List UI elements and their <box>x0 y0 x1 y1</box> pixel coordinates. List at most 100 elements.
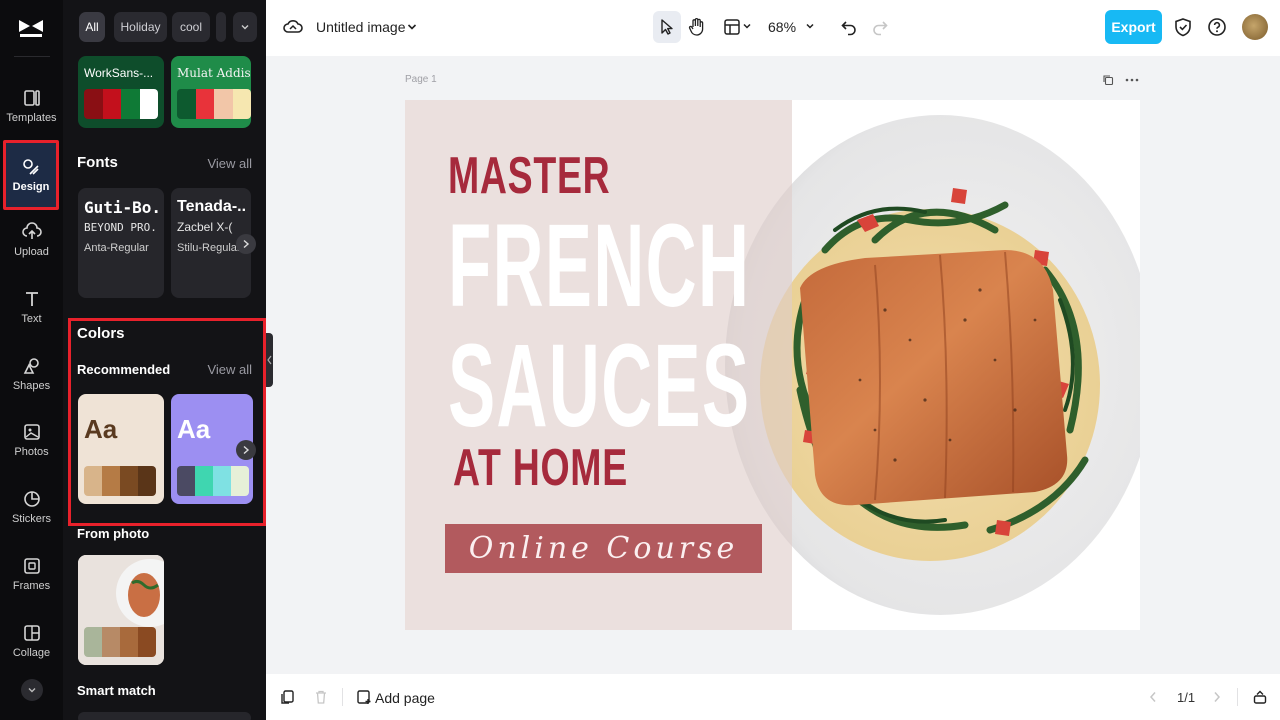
layout-menu-button[interactable] <box>721 14 743 40</box>
theme-font-name: WorkSans-... <box>84 66 154 80</box>
export-button[interactable]: Export <box>1105 10 1162 44</box>
design-canvas[interactable]: MASTER FRENCH SAUCES AT HOME Online Cour… <box>405 100 1140 630</box>
cloud-sync-icon[interactable] <box>282 16 304 38</box>
chip-cool[interactable]: cool <box>172 12 210 42</box>
chip-holiday[interactable]: Holiday <box>114 12 167 42</box>
help-button[interactable] <box>1206 15 1228 39</box>
rail-item-collage[interactable]: Collage <box>3 609 60 673</box>
rail-label: Photos <box>14 446 49 458</box>
user-avatar[interactable] <box>1242 14 1268 40</box>
chevron-down-icon[interactable] <box>804 20 816 32</box>
upload-icon <box>21 222 42 239</box>
prev-page-button[interactable] <box>1146 689 1160 705</box>
redo-icon <box>873 21 888 36</box>
ribbon-text: Online Course <box>468 531 739 566</box>
help-icon <box>1208 18 1226 36</box>
rail-item-text[interactable]: Text <box>3 275 60 339</box>
chevron-right-icon <box>1214 692 1221 702</box>
add-page-button[interactable]: Add page <box>375 690 435 706</box>
course-ribbon[interactable]: Online Course <box>445 524 762 573</box>
rail-item-photos[interactable]: Photos <box>3 408 60 472</box>
rail-item-design[interactable]: Design <box>3 140 59 210</box>
bottom-toolbar: Add page 1/1 <box>266 674 1280 720</box>
toolbar-divider <box>1237 688 1238 706</box>
colors-highlight-box <box>68 318 266 526</box>
page-more-button[interactable] <box>1124 73 1140 87</box>
stickers-icon <box>23 491 40 507</box>
chip-all[interactable]: All <box>79 12 105 42</box>
copy-page-button[interactable] <box>278 688 296 706</box>
headline-sauces[interactable]: SAUCES <box>448 318 750 454</box>
rail-label: Text <box>21 313 42 325</box>
collage-icon <box>23 625 40 641</box>
fonts-section-title: Fonts <box>77 154 118 171</box>
next-page-button[interactable] <box>1210 689 1224 705</box>
chip-partial[interactable] <box>216 12 226 42</box>
font-card-body: Anta-Regular <box>84 242 149 254</box>
shield-icon <box>1175 18 1191 37</box>
cursor-icon <box>661 19 673 35</box>
theme-swatches <box>177 89 251 119</box>
rail-label: Upload <box>14 246 49 258</box>
fonts-view-all-link[interactable]: View all <box>207 156 252 171</box>
rail-item-frames[interactable]: Frames <box>3 542 60 606</box>
redo-button[interactable] <box>869 15 891 39</box>
layout-icon <box>724 19 740 35</box>
theme-swatches <box>84 89 158 119</box>
frames-icon <box>23 558 40 574</box>
headline-french[interactable]: FRENCH <box>448 198 750 334</box>
theme-card[interactable]: WorkSans-... <box>78 56 164 128</box>
add-page-icon[interactable] <box>355 688 373 706</box>
page-counter: 1/1 <box>1177 690 1196 705</box>
chevron-down-icon <box>28 688 36 693</box>
rail-item-shapes[interactable]: Shapes <box>3 342 60 406</box>
zoom-level[interactable]: 68% <box>768 19 796 35</box>
page-label: Page 1 <box>405 74 437 85</box>
font-card-heading: Guti-Bo... <box>84 198 158 217</box>
font-card[interactable]: Guti-Bo... BEYOND PRO... Anta-Regular <box>78 188 164 298</box>
shapes-icon <box>23 358 39 374</box>
theme-font-name: Mulat Addis-... <box>177 66 251 80</box>
pages-panel-button[interactable] <box>1251 688 1269 706</box>
templates-icon <box>23 90 40 106</box>
select-tool-button[interactable] <box>653 11 681 43</box>
rail-item-stickers[interactable]: Stickers <box>3 475 60 539</box>
hand-tool-button[interactable] <box>686 14 708 40</box>
delete-page-button[interactable] <box>312 688 330 706</box>
panel-collapse-handle[interactable] <box>266 333 273 387</box>
font-card-body: Stilu-Regular <box>177 242 241 254</box>
rail-item-templates[interactable]: Templates <box>3 74 60 138</box>
undo-icon <box>841 21 856 36</box>
headline-at-home[interactable]: AT HOME <box>453 438 628 498</box>
rail-label: Shapes <box>12 380 51 392</box>
hand-icon <box>688 18 704 36</box>
rail-item-upload[interactable]: Upload <box>3 208 60 272</box>
chevron-down-icon[interactable] <box>405 20 419 34</box>
headline-master[interactable]: MASTER <box>448 146 610 206</box>
chevron-left-icon <box>267 355 272 365</box>
smart-match-label: Smart match <box>77 683 156 698</box>
smart-match-card[interactable] <box>78 712 251 720</box>
rail-label: Stickers <box>11 513 52 525</box>
top-toolbar: Untitled image 68% Export <box>266 0 1280 56</box>
copy-icon <box>1103 75 1114 86</box>
shield-button[interactable] <box>1172 15 1194 39</box>
photos-icon <box>23 424 40 440</box>
fonts-scroll-right-button[interactable] <box>236 234 256 254</box>
chevron-down-icon <box>241 25 249 30</box>
theme-card[interactable]: Mulat Addis-... <box>171 56 251 128</box>
photo-palette-card[interactable] <box>78 555 164 665</box>
chips-expand-button[interactable] <box>233 12 257 42</box>
chevron-left-icon <box>1149 692 1156 702</box>
font-card-subheading: Zacbel X-( <box>177 220 233 234</box>
font-card-heading: Tenada-... <box>177 198 245 215</box>
document-title[interactable]: Untitled image <box>316 19 406 35</box>
capcut-logo-icon[interactable] <box>16 14 46 42</box>
chevron-down-icon[interactable] <box>741 20 753 32</box>
photo-palette-swatches <box>84 627 156 657</box>
rail-more-button[interactable] <box>21 679 43 701</box>
undo-button[interactable] <box>838 15 860 39</box>
chevron-right-icon <box>243 239 250 249</box>
from-photo-label: From photo <box>77 526 150 541</box>
duplicate-page-button[interactable] <box>1101 73 1115 87</box>
